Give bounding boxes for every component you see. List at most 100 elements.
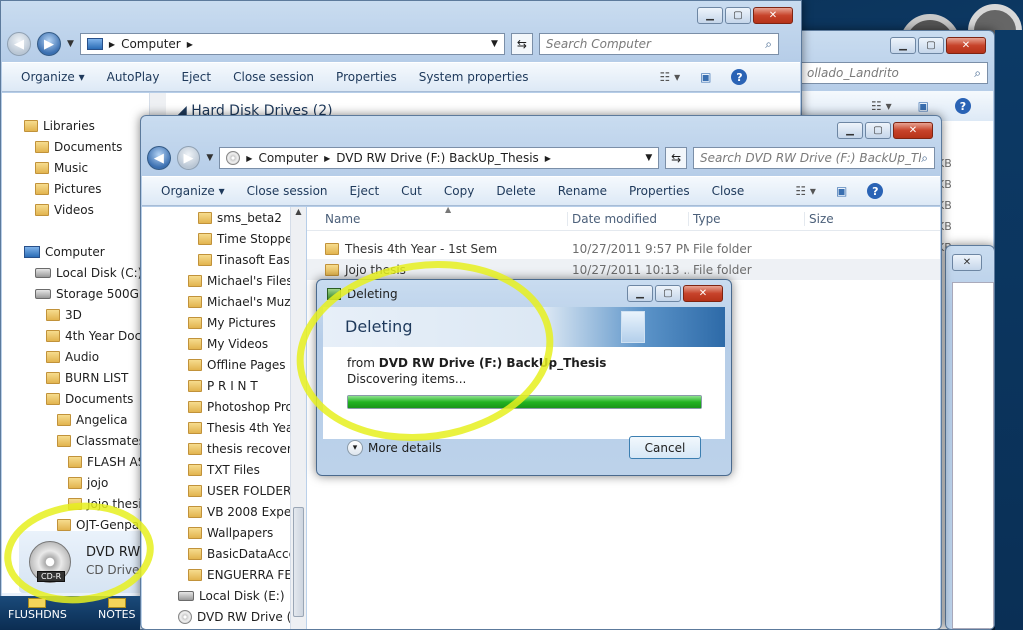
nav-item[interactable]: VB 2008 Experin <box>142 501 290 522</box>
close-icon[interactable]: ✕ <box>946 37 986 54</box>
toolbar-system-properties[interactable]: System properties <box>408 70 540 84</box>
toolbar-delete[interactable]: Delete <box>485 184 546 198</box>
nav-item[interactable]: sms_beta2 <box>142 207 290 228</box>
address-dropdown-icon[interactable]: ▼ <box>645 153 652 163</box>
toolbar-eject[interactable]: Eject <box>339 184 391 198</box>
history-dropdown-icon[interactable]: ▼ <box>206 153 213 163</box>
column-date-modified[interactable]: Date modified <box>568 211 689 226</box>
search-computer-input[interactable]: Search Computer ⌕ <box>538 33 779 55</box>
toolbar-properties[interactable]: Properties <box>618 184 701 198</box>
nav-item[interactable]: Videos <box>2 199 149 220</box>
breadcrumb-computer[interactable]: Computer <box>258 151 318 165</box>
minimize-icon[interactable]: ▁ <box>837 122 863 139</box>
back-button[interactable]: ◀ <box>7 32 31 56</box>
forward-button[interactable]: ▶ <box>37 32 61 56</box>
nav-item[interactable]: Local Disk (C:) <box>2 262 149 283</box>
nav-item[interactable]: Classmates <box>2 430 149 451</box>
minimize-icon[interactable]: ▁ <box>627 285 653 302</box>
nav-item[interactable]: USER FOLDERS <box>142 480 290 501</box>
nav-item[interactable]: Music <box>2 157 149 178</box>
nav-item[interactable]: ENGUERRA FEL <box>142 564 290 585</box>
nav-drive-item[interactable]: DVD RW Drive (F: <box>142 606 290 627</box>
view-icon[interactable]: ☷ ▾ <box>871 99 892 113</box>
nav-item[interactable]: Wallpapers <box>142 522 290 543</box>
nav-item[interactable]: BURN LIST <box>2 367 149 388</box>
nav-item[interactable]: 3D <box>2 304 149 325</box>
maximize-icon[interactable]: ▢ <box>655 285 681 302</box>
nav-item[interactable]: Pictures <box>2 178 149 199</box>
nav-item[interactable]: Computer <box>2 241 149 262</box>
notes-shortcut[interactable]: NOTES <box>98 598 136 621</box>
toolbar-close-session[interactable]: Close session <box>222 70 325 84</box>
toolbar-close[interactable]: Close <box>701 184 756 198</box>
view-icon[interactable]: ☷ ▾ <box>660 70 681 84</box>
address-dropdown-icon[interactable]: ▼ <box>491 39 498 49</box>
refresh-button[interactable]: ⇆ <box>510 33 533 55</box>
nav-item[interactable]: jojo <box>2 472 149 493</box>
nav-item[interactable]: Jojo thesis <box>2 493 149 514</box>
nav-drive-item[interactable]: Local Disk (E:) <box>142 585 290 606</box>
nav-item[interactable]: Libraries <box>2 115 149 136</box>
nav-item[interactable]: Offline Pages <box>142 354 290 375</box>
front-nav-scrollbar[interactable]: ▲ <box>290 207 306 629</box>
toolbar-autoplay[interactable]: AutoPlay <box>96 70 171 84</box>
preview-pane-icon[interactable]: ▣ <box>836 184 847 198</box>
breadcrumb-dvd-drive[interactable]: DVD RW Drive (F:) BackUp_Thesis <box>336 151 539 165</box>
help-icon[interactable]: ? <box>954 98 971 114</box>
nav-item[interactable]: Storage 500GB <box>2 283 149 304</box>
back-button[interactable]: ◀ <box>147 146 171 170</box>
view-icon[interactable]: ☷ ▾ <box>795 184 816 198</box>
preview-pane-icon[interactable]: ▣ <box>700 70 711 84</box>
cancel-button[interactable]: Cancel <box>629 436 701 459</box>
minimize-icon[interactable]: ▁ <box>890 37 916 54</box>
scroll-up-arrow-icon[interactable]: ▲ <box>291 207 306 216</box>
breadcrumb-computer[interactable]: Computer <box>121 37 181 51</box>
nav-item[interactable]: Audio <box>2 346 149 367</box>
scroll-thumb[interactable] <box>293 507 304 617</box>
maximize-icon[interactable]: ▢ <box>918 37 944 54</box>
help-icon[interactable]: ? <box>867 183 884 199</box>
toolbar-close-session[interactable]: Close session <box>236 184 339 198</box>
nav-item[interactable]: BasicDataAcces <box>142 543 290 564</box>
toolbar-copy[interactable]: Copy <box>433 184 485 198</box>
column-name[interactable]: Name <box>307 211 568 226</box>
nav-item[interactable]: Michael's Muzi <box>142 291 290 312</box>
maximize-icon[interactable]: ▢ <box>865 122 891 139</box>
more-details-toggle[interactable]: ▾ More details <box>347 440 442 456</box>
close-icon[interactable]: ✕ <box>683 285 723 302</box>
nav-item[interactable]: Time Stopper <box>142 228 290 249</box>
nav-item[interactable]: FLASH AS <box>2 451 149 472</box>
refresh-button[interactable]: ⇆ <box>665 147 688 169</box>
nav-item[interactable]: Tinasoft Easy <box>142 249 290 270</box>
toolbar-rename[interactable]: Rename <box>547 184 618 198</box>
nav-item[interactable]: Documents <box>2 388 149 409</box>
file-row[interactable]: Jojo thesis 10/27/2011 10:13 ... File fold… <box>307 259 940 280</box>
toolbar-organize[interactable]: Organize ▾ <box>10 70 96 84</box>
nav-item[interactable]: Photoshop Pro <box>142 396 290 417</box>
nav-item[interactable]: Thesis 4th Year <box>142 417 290 438</box>
nav-item[interactable]: Michael's Files <box>142 270 290 291</box>
dvd-drive-tile[interactable]: CD-R DVD RW CD Drive <box>19 531 149 593</box>
close-icon[interactable]: ✕ <box>753 7 793 24</box>
column-type[interactable]: Type <box>689 211 805 226</box>
nav-item[interactable]: Angelica <box>2 409 149 430</box>
nav-item[interactable]: TXT Files <box>142 459 290 480</box>
nav-item[interactable]: thesis recover <box>142 438 290 459</box>
history-dropdown-icon[interactable]: ▼ <box>67 39 74 49</box>
address-bar[interactable]: ▶ Computer ▶ ▼ <box>79 33 505 55</box>
help-icon[interactable]: ? <box>731 69 748 85</box>
flushdns-shortcut[interactable]: FLUSHDNS <box>8 598 67 621</box>
file-row[interactable]: Thesis 4th Year - 1st Sem 10/27/2011 9:57… <box>307 238 940 259</box>
nav-item[interactable]: P R I N T <box>142 375 290 396</box>
close-icon[interactable]: ✕ <box>952 254 982 271</box>
right-window-search-input[interactable]: ollado_Landrito ⌕ <box>800 62 988 84</box>
preview-pane-icon[interactable]: ▣ <box>918 99 929 113</box>
close-icon[interactable]: ✕ <box>893 122 933 139</box>
column-size[interactable]: Size <box>805 212 885 226</box>
toolbar-eject[interactable]: Eject <box>171 70 223 84</box>
forward-button[interactable]: ▶ <box>176 146 201 170</box>
nav-item[interactable]: Documents <box>2 136 149 157</box>
toolbar-organize[interactable]: Organize ▾ <box>150 184 236 198</box>
nav-item[interactable]: 4th Year Docs <box>2 325 149 346</box>
toolbar-properties[interactable]: Properties <box>325 70 408 84</box>
